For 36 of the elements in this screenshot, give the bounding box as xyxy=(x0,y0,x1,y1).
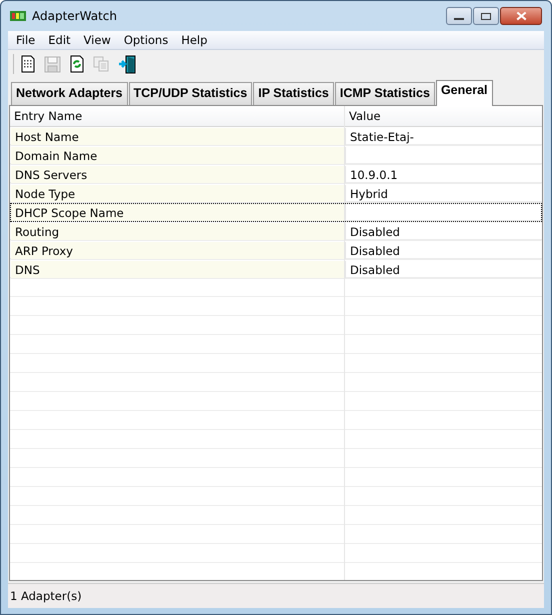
column-header[interactable]: Value xyxy=(345,106,542,126)
minimize-button[interactable] xyxy=(446,7,472,25)
table-cell: Node Type xyxy=(11,185,346,202)
table-cell: DHCP Scope Name xyxy=(11,204,346,221)
menu-item[interactable]: Options xyxy=(118,31,176,49)
table-cell: Host Name xyxy=(11,128,346,145)
table-cell-text: Disabled xyxy=(349,224,401,240)
tab[interactable]: Network Adapters xyxy=(11,82,128,105)
table-cell: Domain Name xyxy=(11,147,346,164)
focused-row[interactable]: DHCP Scope Name xyxy=(10,203,542,222)
table-cell-text: Disabled xyxy=(349,242,401,259)
maximize-button[interactable] xyxy=(473,7,499,25)
app-icon xyxy=(10,10,26,22)
table-cell-text: 10.9.0.1 xyxy=(349,166,399,183)
table-cell: DNS Servers xyxy=(11,166,346,183)
menu-item[interactable]: Edit xyxy=(42,31,78,49)
table-cell-text: Disabled xyxy=(349,262,401,278)
table-cell: DNS xyxy=(11,261,346,278)
table-cell: ARP Proxy xyxy=(11,242,346,259)
status-text: 1 Adapter(s) xyxy=(10,589,82,603)
window-title: AdapterWatch xyxy=(32,9,118,23)
document-icon[interactable] xyxy=(21,55,35,73)
table-cell-text: Statie-Etaj- xyxy=(349,128,415,145)
tab[interactable]: TCP/UDP Statistics xyxy=(128,82,252,105)
table-cell: Routing xyxy=(11,223,346,240)
tab[interactable]: ICMP Statistics xyxy=(334,82,435,105)
table-cell-text: Hybrid xyxy=(349,186,389,202)
menu-item[interactable]: File xyxy=(10,31,42,49)
menu-item[interactable]: Help xyxy=(175,31,214,49)
menu-item[interactable]: View xyxy=(78,31,118,49)
refresh-icon[interactable] xyxy=(70,55,84,73)
column-header[interactable]: Entry Name xyxy=(10,106,345,126)
tab[interactable]: General xyxy=(436,80,492,106)
door-arrow-icon[interactable] xyxy=(119,54,137,74)
close-button[interactable] xyxy=(500,7,542,25)
tab[interactable]: IP Statistics xyxy=(253,82,334,105)
